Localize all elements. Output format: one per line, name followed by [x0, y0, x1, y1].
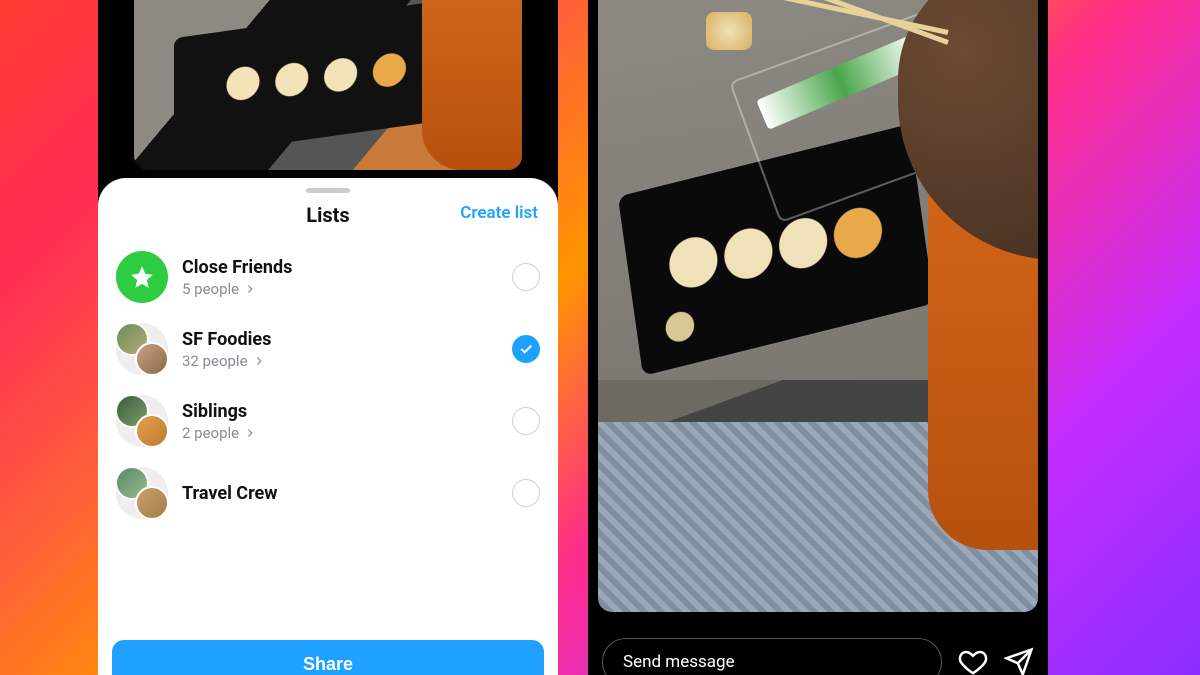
check-icon [518, 341, 534, 357]
sushi-bite-graphic [706, 12, 752, 50]
sheet-grabber[interactable] [306, 188, 350, 193]
list-name: Travel Crew [182, 483, 498, 504]
sheet-header: Lists Create list [98, 199, 558, 241]
chevron-right-icon [243, 426, 257, 440]
list-count: 2 people [182, 424, 498, 442]
list-row-text: Close Friends 5 people [182, 257, 498, 298]
gradient-background: Lists Create list Close Friends 5 people [0, 0, 1200, 675]
phone-share-sheet: Lists Create list Close Friends 5 people [98, 0, 558, 675]
like-button[interactable] [958, 647, 988, 675]
send-icon [1004, 647, 1034, 675]
list-row-text: SF Foodies 32 people [182, 329, 498, 370]
radio-unselected[interactable] [512, 407, 540, 435]
share-button[interactable]: Share [112, 640, 544, 675]
share-sheet: Lists Create list Close Friends 5 people [98, 178, 558, 675]
stacked-avatar-icon [116, 323, 168, 375]
share-button[interactable] [1004, 647, 1034, 675]
story-reply-bar: Send message [602, 636, 1034, 675]
radio-unselected[interactable] [512, 263, 540, 291]
story-preview-image [134, 0, 522, 170]
share-button-container: Share [98, 630, 558, 675]
heart-icon [958, 647, 988, 675]
close-friends-icon [116, 251, 168, 303]
list-name: Close Friends [182, 257, 498, 278]
jacket-sleeve-graphic [422, 0, 522, 170]
list-row-travel-crew[interactable]: Travel Crew [116, 457, 540, 529]
message-placeholder: Send message [623, 652, 735, 672]
stacked-avatar-icon [116, 395, 168, 447]
star-icon [129, 264, 155, 290]
list-row-text: Siblings 2 people [182, 401, 498, 442]
list-count: 5 people [182, 280, 498, 298]
radio-unselected[interactable] [512, 479, 540, 507]
list-row-close-friends[interactable]: Close Friends 5 people [116, 241, 540, 313]
story-image[interactable] [598, 0, 1038, 612]
phone-story-view: Send message [588, 0, 1048, 675]
list-name: Siblings [182, 401, 498, 422]
stacked-avatar-icon [116, 467, 168, 519]
message-input[interactable]: Send message [602, 638, 942, 675]
list-row-sf-foodies[interactable]: SF Foodies 32 people [116, 313, 540, 385]
list-row-text: Travel Crew [182, 483, 498, 504]
create-list-button[interactable]: Create list [460, 203, 538, 223]
radio-selected[interactable] [512, 335, 540, 363]
lists-container: Close Friends 5 people SF Foodies 32 peo… [98, 241, 558, 630]
list-row-siblings[interactable]: Siblings 2 people [116, 385, 540, 457]
chevron-right-icon [243, 282, 257, 296]
list-name: SF Foodies [182, 329, 498, 350]
chevron-right-icon [252, 354, 266, 368]
sushi-tray-graphic [174, 2, 434, 159]
list-count: 32 people [182, 352, 498, 370]
